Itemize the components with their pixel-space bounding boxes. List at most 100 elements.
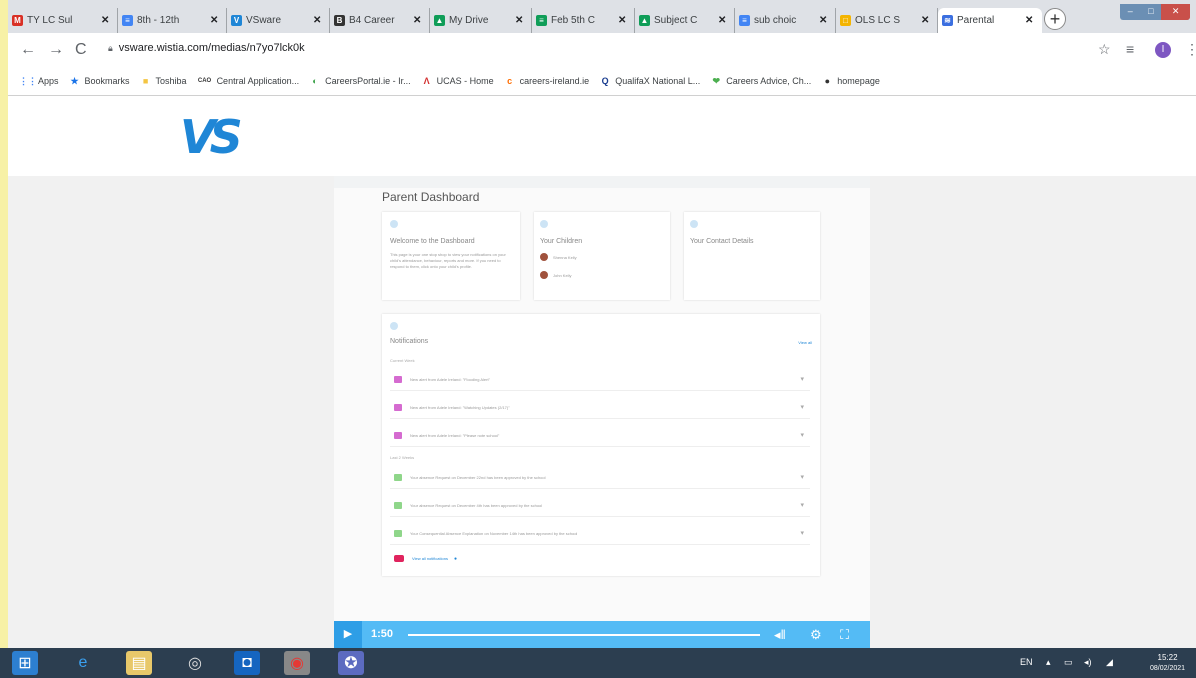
browser-tab[interactable]: M TY LC Sul ✕: [8, 8, 118, 33]
volume-icon[interactable]: ◂ǁ: [774, 627, 786, 643]
close-tab-icon[interactable]: ✕: [1025, 15, 1033, 26]
view-all-notifications-link[interactable]: View all notifications ●: [394, 555, 457, 562]
window-controls: – □ ✕: [1120, 4, 1191, 20]
bookmark-item[interactable]: Λ UCAS - Home: [421, 75, 494, 87]
bookmark-item[interactable]: ⋮⋮ Apps: [19, 75, 59, 87]
bookmark-item[interactable]: CAO Central Application...: [197, 75, 299, 87]
notification-text: Your Consequential Absence Explanation o…: [410, 531, 578, 536]
browser-tab[interactable]: ≡ 8th - 12th ✕: [118, 8, 227, 33]
notification-row[interactable]: New alert from Adele Ireland: "Please no…: [390, 426, 810, 447]
browser-tab[interactable]: B B4 Career ✕: [330, 8, 430, 33]
cao-icon: CAO: [197, 78, 212, 84]
child-item[interactable]: Shenna Kelly: [540, 253, 577, 261]
chevron-down-icon[interactable]: ▾: [800, 431, 804, 439]
windows-start-icon[interactable]: ⊞: [12, 651, 38, 675]
minimize-icon[interactable]: –: [1120, 4, 1141, 20]
clock[interactable]: 15:22 08/02/2021: [1150, 652, 1185, 674]
notification-text: New alert from Adele Ireland: "Flooding …: [410, 377, 490, 382]
close-tab-icon[interactable]: ✕: [921, 15, 929, 26]
bookmark-label: QualifaX National L...: [615, 76, 701, 86]
play-icon[interactable]: ▶: [334, 621, 362, 648]
close-tab-icon[interactable]: ✕: [515, 15, 523, 26]
chevron-down-icon[interactable]: ▾: [800, 403, 804, 411]
bookmark-item[interactable]: ❤ Careers Advice, Ch...: [710, 75, 811, 87]
chevron-down-icon[interactable]: ▾: [800, 501, 804, 509]
browser-tab[interactable]: ≡ sub choic ✕: [735, 8, 836, 33]
bookmark-item[interactable]: Q QualifaX National L...: [599, 75, 701, 87]
close-tab-icon[interactable]: ✕: [618, 15, 626, 26]
browser-tab[interactable]: ▲ Subject C ✕: [635, 8, 735, 33]
back-icon[interactable]: ←: [20, 41, 36, 59]
close-tab-icon[interactable]: ✕: [210, 15, 218, 26]
profile-avatar[interactable]: I: [1155, 42, 1171, 58]
tray-up-icon[interactable]: ▴: [1046, 657, 1051, 668]
bookmark-item[interactable]: c careers-ireland.ie: [504, 75, 590, 87]
bookmark-item[interactable]: ● homepage: [821, 75, 880, 87]
notification-row[interactable]: Your absence Request on December 22nd ha…: [390, 468, 810, 489]
browser-tab[interactable]: ▲ My Drive ✕: [430, 8, 532, 33]
close-tab-icon[interactable]: ✕: [413, 15, 421, 26]
bookmark-label: Toshiba: [155, 76, 187, 86]
browser-tab[interactable]: ≋ Parental ✕: [938, 8, 1042, 33]
chevron-down-icon[interactable]: ▾: [800, 375, 804, 383]
drive-icon: ▲: [434, 15, 445, 26]
browser-tab[interactable]: □ OLS LC S ✕: [836, 8, 938, 33]
bookmark-item[interactable]: ★ Bookmarks: [69, 75, 130, 87]
app-icon[interactable]: ✪: [338, 651, 364, 675]
chevron-down-icon[interactable]: ▾: [800, 473, 804, 481]
network-icon[interactable]: ▭: [1064, 657, 1073, 668]
internet-explorer-icon[interactable]: e: [70, 651, 96, 675]
bookmark-label: careers-ireland.ie: [519, 76, 590, 86]
children-title: Your Children: [540, 238, 583, 245]
close-tab-icon[interactable]: ✕: [819, 15, 827, 26]
close-tab-icon[interactable]: ✕: [718, 15, 726, 26]
video-browser-chrome: [334, 176, 870, 188]
tab-title: Subject C: [654, 15, 698, 26]
browser-tab[interactable]: V VSware ✕: [227, 8, 330, 33]
notification-row[interactable]: Your absence Request on December 4th has…: [390, 496, 810, 517]
bookmark-star-icon[interactable]: ☆: [1098, 41, 1111, 58]
child-item[interactable]: John Kelly: [540, 271, 571, 279]
close-tab-icon[interactable]: ✕: [313, 15, 321, 26]
view-all-link[interactable]: View all: [798, 340, 812, 345]
browser-tab[interactable]: ≡ Feb 5th C ✕: [532, 8, 635, 33]
reload-icon[interactable]: C: [75, 41, 87, 59]
new-tab-button[interactable]: +: [1044, 8, 1066, 30]
close-tab-icon[interactable]: ✕: [101, 15, 109, 26]
outlook-icon[interactable]: ◘: [234, 651, 260, 675]
maximize-icon[interactable]: □: [1141, 4, 1162, 20]
progress-track[interactable]: [408, 634, 760, 636]
speaker-icon[interactable]: ◂): [1084, 657, 1092, 668]
notification-text: New alert from Adele Ireland: "Please no…: [410, 433, 500, 438]
menu-icon[interactable]: ⋮: [1185, 41, 1196, 58]
video-player[interactable]: Parent Dashboard Welcome to the Dashboar…: [334, 176, 870, 648]
play-time: 1:50: [371, 628, 394, 640]
settings-icon[interactable]: ⚙: [810, 627, 822, 643]
chevron-down-icon[interactable]: ▾: [800, 529, 804, 537]
close-window-icon[interactable]: ✕: [1161, 4, 1191, 20]
notification-row[interactable]: New alert from Adele Ireland: "Watching …: [390, 398, 810, 419]
notification-row[interactable]: New alert from Adele Ireland: "Flooding …: [390, 370, 810, 391]
chrome-icon[interactable]: ◉: [284, 651, 310, 675]
page-content: VS Parent Dashboard Welcome to the Dashb…: [8, 96, 1196, 648]
slides-icon: □: [840, 15, 851, 26]
address-bar[interactable]: 🔒︎ vsware.wistia.com/medias/n7yo7lck0k: [108, 42, 305, 54]
reading-list-icon[interactable]: ≡: [1126, 41, 1134, 57]
fullscreen-icon[interactable]: ⛶: [840, 627, 849, 643]
folder-icon: ■: [142, 76, 149, 86]
arrow-icon: ●: [453, 555, 457, 562]
docs-icon: ≡: [739, 15, 750, 26]
notification-row[interactable]: Your Consequential Absence Explanation o…: [390, 524, 810, 545]
url-text: vsware.wistia.com/medias/n7yo7lck0k: [118, 42, 305, 54]
notification-icon: [394, 404, 402, 411]
language-indicator[interactable]: EN: [1020, 657, 1033, 667]
bookmark-item[interactable]: ◐ CareersPortal.ie - Ir...: [309, 75, 410, 87]
signal-icon[interactable]: ◢: [1106, 657, 1113, 668]
wistia-icon: ≋: [942, 15, 953, 26]
file-explorer-icon[interactable]: ▤: [126, 651, 152, 675]
children-icon: [540, 220, 548, 228]
bookmark-label: Bookmarks: [84, 76, 130, 86]
forward-icon[interactable]: →: [48, 41, 64, 59]
bookmark-item[interactable]: ■ Toshiba: [140, 75, 187, 87]
media-player-icon[interactable]: ◎: [182, 651, 208, 675]
